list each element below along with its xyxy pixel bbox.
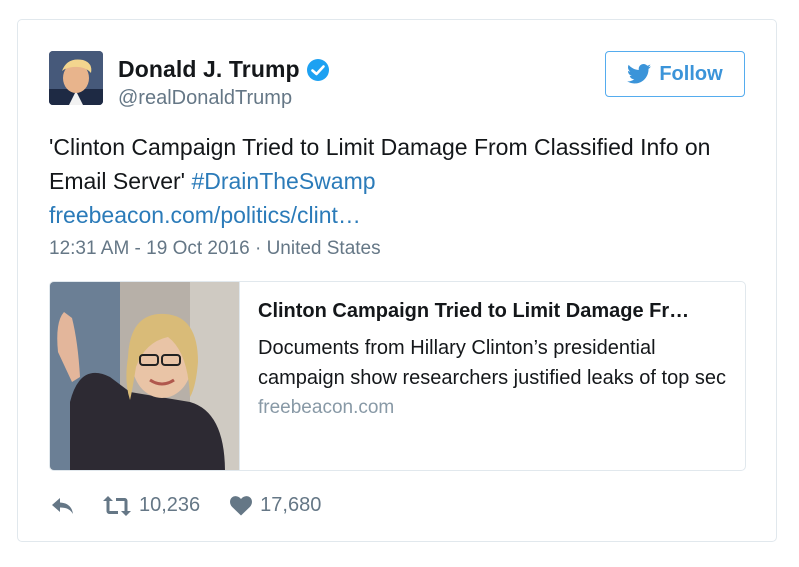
follow-label: Follow [659,62,723,85]
user-handle[interactable]: @realDonaldTrump [118,87,330,110]
card-description: Documents from Hillary Clinton’s preside… [258,337,727,389]
avatar[interactable] [49,51,103,105]
follow-button[interactable]: Follow [605,51,745,97]
like-button[interactable]: 17,680 [230,494,321,517]
avatar-image [49,51,103,105]
card-body: Clinton Campaign Tried to Limit Damage F… [240,282,745,470]
display-name[interactable]: Donald J. Trump [118,56,300,83]
tweet-actions: 10,236 17,680 [51,494,321,517]
card-thumbnail [50,282,240,470]
author-block: Donald J. Trump @realDonaldTrump [118,56,330,110]
article-link[interactable]: freebeacon.com/politics/clint… [49,202,361,228]
hashtag-link[interactable]: #DrainTheSwamp [191,168,375,194]
tweet-timestamp[interactable]: 12:31 AM - 19 Oct 2016 · United States [49,238,381,260]
reply-icon [52,497,73,514]
tweet-text-body: 'Clinton Campaign Tried to Limit Damage … [49,134,711,194]
tweet-card: Donald J. Trump @realDonaldTrump Follow … [17,19,777,542]
tweet-text: 'Clinton Campaign Tried to Limit Damage … [49,130,749,232]
twitter-bird-icon [627,64,652,84]
heart-icon [230,495,253,515]
card-title[interactable]: Clinton Campaign Tried to Limit Damage F… [258,300,727,323]
like-count: 17,680 [260,494,322,516]
link-preview-card[interactable]: Clinton Campaign Tried to Limit Damage F… [49,281,746,471]
card-domain: freebeacon.com [258,397,395,418]
reply-button[interactable] [51,496,75,516]
retweet-icon [103,495,131,516]
verified-badge-icon [306,58,330,82]
retweet-count: 10,236 [139,494,201,516]
retweet-button[interactable]: 10,236 [103,494,200,517]
